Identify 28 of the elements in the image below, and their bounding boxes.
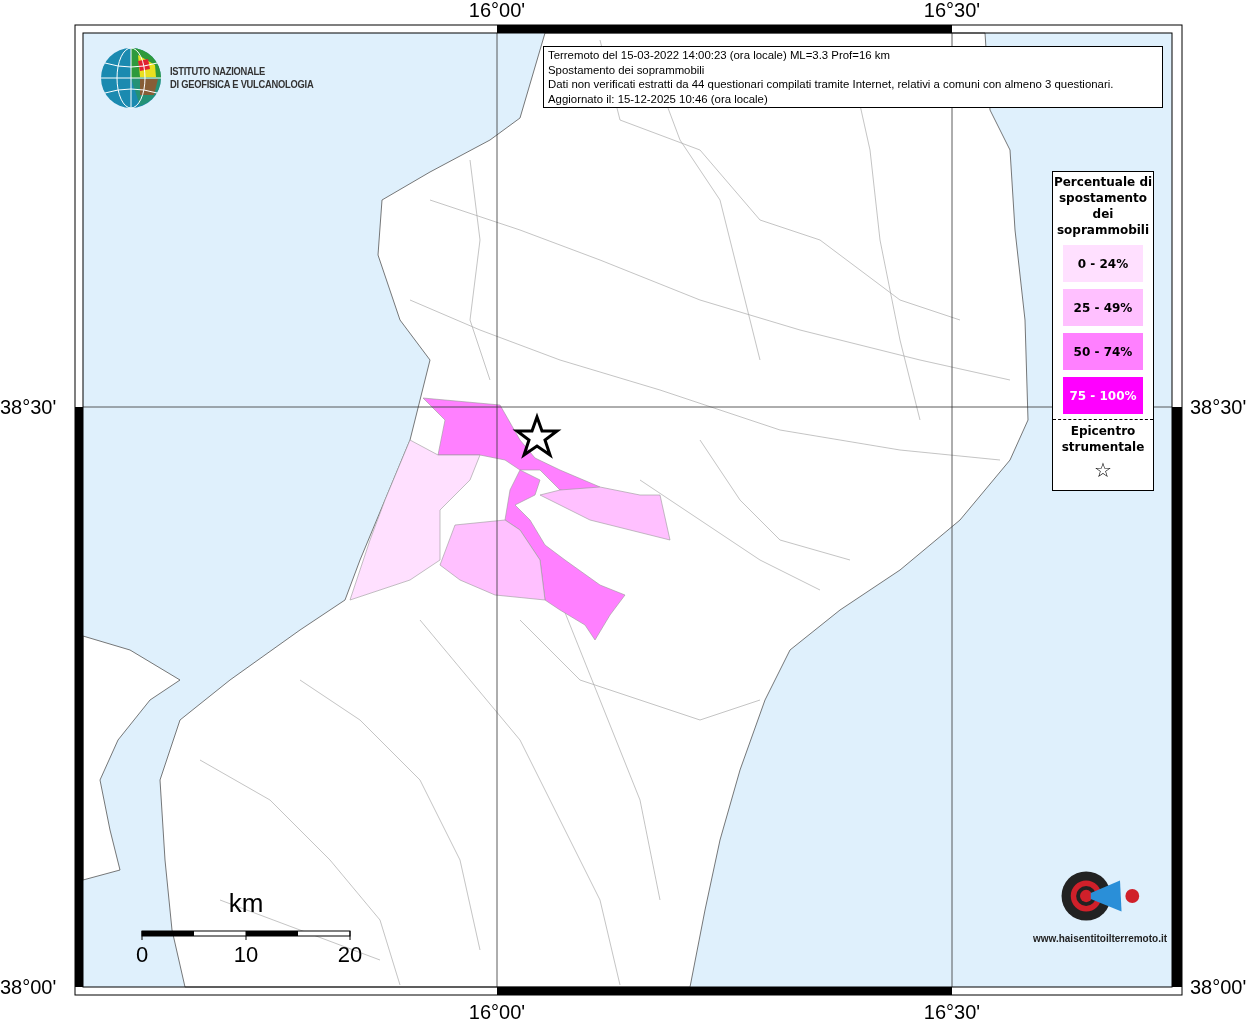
institute-name: DI GEOFISICA E VULCANOLOGIA bbox=[170, 78, 314, 91]
legend-label: Epicentro strumentale bbox=[1060, 423, 1146, 455]
epicenter-star-icon bbox=[512, 412, 562, 459]
scale-label: 0 bbox=[135, 942, 149, 968]
longitude-label: 16°00' bbox=[468, 1001, 526, 1024]
latitude-label: 38°30' bbox=[0, 395, 57, 419]
legend-swatch: 25 - 49% bbox=[1063, 289, 1143, 326]
scale-unit: km bbox=[228, 888, 264, 919]
longitude-label: 16°30' bbox=[923, 1001, 981, 1024]
title-line: Aggiornato il: 15-12-2025 10:46 (ora locale) bbox=[548, 91, 769, 106]
longitude-label: 16°30' bbox=[923, 0, 981, 22]
longitude-label: 16°00' bbox=[468, 0, 526, 22]
globe-logo-icon bbox=[100, 47, 162, 109]
legend-swatch: 0 - 24% bbox=[1063, 245, 1143, 282]
institute-name: ISTITUTO NAZIONALE bbox=[170, 65, 266, 78]
latitude-label: 38°30' bbox=[1190, 395, 1247, 419]
scale-label: 10 bbox=[233, 942, 259, 968]
latitude-label: 38°00' bbox=[0, 975, 57, 999]
latitude-label: 38°00' bbox=[1190, 975, 1247, 999]
title-line: Dati non verificati estratti da 44 questionari compilati tramite Internet, relativi a comuni con almeno 3 questionari. bbox=[548, 77, 1115, 92]
title-line: Terremoto del 15-03-2022 14:00:23 (ora locale) ML=3.3 Prof=16 km bbox=[548, 48, 891, 63]
site-url: www.haisentitoilterremoto.it bbox=[1032, 932, 1168, 945]
legend-title: Percentuale di spostamento dei soprammobili bbox=[1053, 174, 1153, 238]
scale-label: 20 bbox=[337, 942, 363, 968]
legend-swatch: 50 - 74% bbox=[1063, 333, 1143, 370]
legend-swatch: 75 - 100% bbox=[1063, 377, 1143, 414]
star-symbol: ☆ bbox=[1094, 458, 1112, 482]
title-line: Spostamento dei soprammobili bbox=[548, 62, 706, 77]
